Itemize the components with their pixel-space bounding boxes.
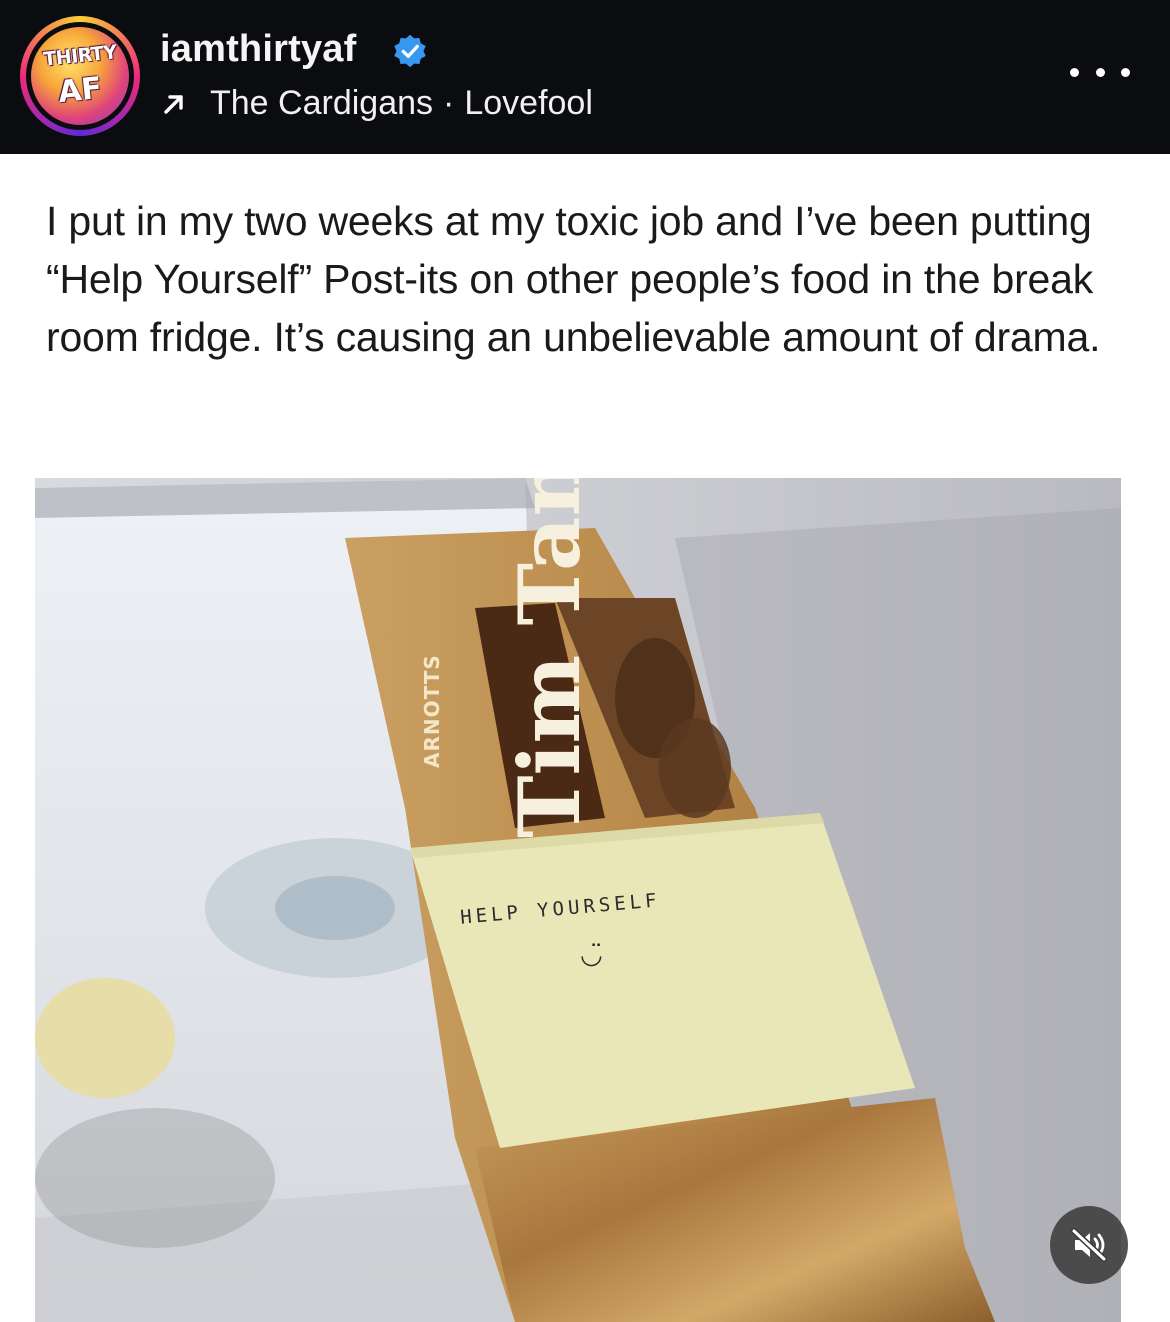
music-attribution[interactable]: The Cardigans · Lovefool [160, 84, 593, 123]
post-photo[interactable]: ARNOTTS Tim Tam HELP YOURSELF ◡̈ [35, 478, 1121, 1322]
music-artist: The Cardigans [210, 84, 434, 122]
avatar-text-bottom: AF [56, 70, 104, 111]
package-brand: ARNOTTS [420, 654, 444, 768]
avatar-text-top: THIRTY [42, 41, 118, 71]
postit-smiley: ◡̈ [580, 940, 603, 970]
arrow-up-right-icon [164, 94, 183, 114]
more-dot [1095, 67, 1105, 77]
more-dot [1121, 67, 1130, 77]
music-separator: · [443, 84, 455, 122]
avatar-logo: THIRTY AF [31, 27, 129, 125]
username[interactable]: iamthirtyaf [160, 28, 356, 71]
mute-button[interactable] [1050, 1206, 1128, 1284]
more-options-button[interactable] [1070, 56, 1130, 88]
speaker-muted-icon [1071, 1228, 1107, 1262]
post-header: THIRTY AF iamthirtyaf The Cardigans · Lo… [0, 0, 1170, 154]
post-caption: I put in my two weeks at my toxic job an… [46, 198, 1101, 360]
music-song: Lovefool [464, 84, 593, 122]
avatar[interactable]: THIRTY AF [20, 16, 140, 136]
package-name: Tim Tam [500, 478, 599, 838]
more-dot [1070, 67, 1079, 77]
verified-badge-icon [394, 34, 426, 68]
